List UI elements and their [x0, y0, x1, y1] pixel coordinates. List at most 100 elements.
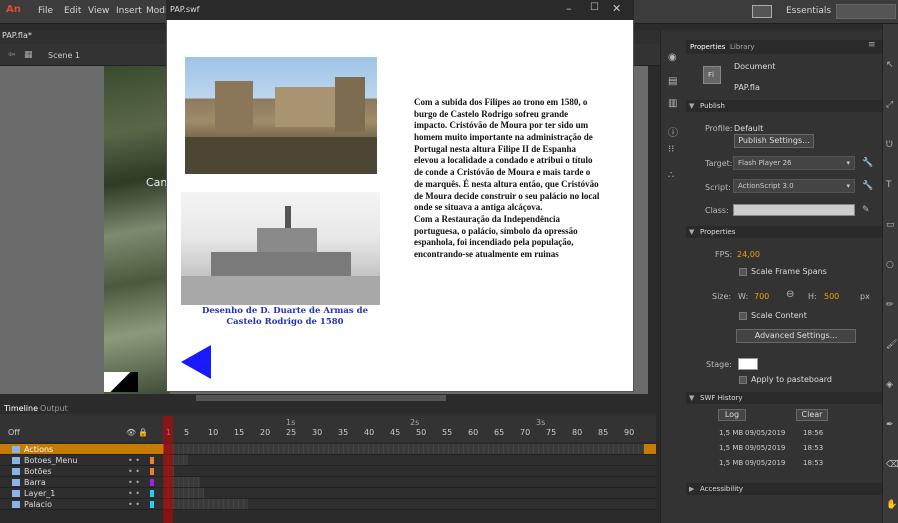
info-icon[interactable]: ⓘ	[668, 124, 678, 139]
scale-content-checkbox[interactable]	[739, 312, 747, 320]
swf-history-section-label[interactable]: SWF History	[700, 394, 743, 402]
pencil-icon[interactable]: ✎	[862, 205, 870, 215]
layer-color[interactable]	[150, 501, 154, 508]
layer-name-layer-1[interactable]: Layer_1	[24, 489, 55, 498]
layer-row-barra[interactable]	[0, 477, 656, 488]
wrench-icon[interactable]: 🔧	[862, 181, 873, 191]
link-icon[interactable]: ⊖	[786, 289, 794, 300]
history-size: 1,5 MB	[719, 429, 744, 437]
script-value: ActionScript 3.0	[738, 182, 794, 190]
back-triangle-button[interactable]	[181, 345, 211, 379]
tab-timeline[interactable]: Timeline	[4, 404, 38, 413]
eyedropper-icon[interactable]: ✒	[886, 420, 894, 430]
stage-color-swatch[interactable]	[738, 358, 758, 370]
paint-bucket-icon[interactable]: ◈	[886, 380, 893, 390]
collapse-triangle-icon[interactable]: ▼	[689, 228, 694, 236]
layer-row-botoes-menu[interactable]	[0, 455, 656, 466]
layer-row-layer-1[interactable]	[0, 488, 656, 499]
layer-name-botoes[interactable]: Botões	[24, 467, 52, 476]
panel-menu-icon[interactable]: ≡	[868, 40, 876, 50]
ruler-frame: 10	[208, 428, 219, 437]
clear-button[interactable]: Clear	[796, 409, 828, 421]
transform-icon[interactable]: ⁝⁝	[668, 144, 674, 155]
layer-row-botoes[interactable]	[0, 466, 656, 477]
layer-color[interactable]	[150, 468, 154, 475]
layer-name-actions[interactable]: Actions	[24, 445, 53, 454]
menu-insert[interactable]: Insert	[116, 6, 142, 16]
layer-name-palacio[interactable]: Palacio	[24, 500, 52, 509]
tab-library[interactable]: Library	[730, 43, 754, 51]
class-input[interactable]	[733, 204, 855, 216]
properties-section-label[interactable]: Properties	[700, 228, 735, 236]
script-dropdown[interactable]: ActionScript 3.0 ▾	[733, 179, 855, 193]
library-icon[interactable]: ▥	[668, 98, 677, 109]
motion-presets-icon[interactable]: ∴	[668, 170, 674, 181]
history-time: 18:53	[803, 459, 824, 467]
scrollbar-thumb[interactable]	[196, 395, 446, 401]
accessibility-section-label[interactable]: Accessibility	[700, 485, 743, 493]
scene-label[interactable]: Scene 1	[48, 51, 80, 60]
menu-file[interactable]: File	[38, 6, 53, 16]
menu-modify[interactable]: Modi	[146, 6, 168, 16]
workspace-icon[interactable]	[752, 5, 772, 18]
height-value[interactable]: 500	[824, 292, 839, 301]
collapse-triangle-icon[interactable]: ▼	[689, 394, 694, 402]
log-button[interactable]: Log	[718, 409, 746, 421]
menu-edit[interactable]: Edit	[64, 6, 81, 16]
publish-section-label[interactable]: Publish	[700, 102, 725, 110]
timeline-off-label[interactable]: Off	[8, 428, 20, 437]
lock-icon[interactable]: 🔒	[138, 428, 148, 437]
search-input[interactable]	[836, 4, 896, 19]
align-icon[interactable]: ▤	[668, 76, 677, 87]
width-value[interactable]: 700	[754, 292, 769, 301]
layer-toggles[interactable]: • •	[128, 467, 140, 476]
layer-row-palacio[interactable]	[0, 499, 656, 510]
eye-icon[interactable]: 👁	[126, 428, 136, 437]
layer-toggles[interactable]: • •	[128, 500, 140, 509]
layer-name-botoes-menu[interactable]: Botoes_Menu	[24, 456, 77, 465]
layer-toggles[interactable]: • •	[128, 456, 140, 465]
advanced-settings-button[interactable]: Advanced Settings...	[736, 329, 856, 343]
eraser-icon[interactable]: ⌫	[886, 460, 898, 470]
collapse-triangle-icon[interactable]: ▼	[689, 102, 694, 110]
publish-settings-button[interactable]: Publish Settings...	[734, 134, 814, 148]
layer-color[interactable]	[150, 479, 154, 486]
tab-output[interactable]: Output	[40, 404, 68, 413]
target-label: Target:	[705, 159, 733, 168]
maximize-icon[interactable]: ☐	[590, 2, 599, 13]
lasso-icon[interactable]: ᕫ	[886, 140, 893, 150]
stage-satellite-image[interactable]	[104, 66, 170, 396]
layer-color[interactable]	[150, 490, 154, 497]
target-dropdown[interactable]: Flash Player 26 ▾	[733, 156, 855, 170]
fps-value[interactable]: 24,00	[737, 250, 760, 259]
hand-tool-icon[interactable]: ✋	[886, 500, 897, 510]
layer-toggles[interactable]: • •	[128, 478, 140, 487]
expand-triangle-icon[interactable]: ▶	[689, 485, 694, 493]
layer-name-barra[interactable]: Barra	[24, 478, 46, 487]
brush-tool-icon[interactable]: 🖌	[886, 340, 897, 350]
wrench-icon[interactable]: 🔧	[862, 158, 873, 168]
selection-tool-icon[interactable]: ↖	[886, 60, 894, 70]
layer-frames[interactable]	[164, 444, 644, 454]
playhead[interactable]	[163, 416, 173, 523]
rectangle-tool-icon[interactable]: ▭	[886, 220, 895, 230]
timeline-tabs	[0, 402, 656, 414]
menu-view[interactable]: View	[88, 6, 109, 16]
free-transform-icon[interactable]: ⤢	[886, 100, 893, 110]
apply-to-pasteboard-checkbox[interactable]	[739, 376, 747, 384]
oval-tool-icon[interactable]: ○	[886, 260, 894, 270]
color-icon[interactable]: ◉	[668, 52, 677, 63]
scale-frame-spans-checkbox[interactable]	[739, 268, 747, 276]
minimize-icon[interactable]: –	[566, 2, 572, 15]
layer-toggles[interactable]: • •	[128, 489, 140, 498]
close-icon[interactable]: ✕	[612, 2, 621, 15]
layer-frames[interactable]	[164, 499, 248, 509]
document-tab[interactable]: PAP.fla*	[2, 31, 32, 40]
text-tool-icon[interactable]: T	[886, 180, 892, 190]
layer-color[interactable]	[150, 457, 154, 464]
vertical-scrollbar[interactable]	[648, 66, 656, 396]
back-arrow-icon[interactable]: ⇦	[8, 50, 16, 60]
workspace-switcher[interactable]: Essentials	[786, 6, 831, 16]
pencil-tool-icon[interactable]: ✏	[886, 300, 894, 310]
tab-properties[interactable]: Properties	[690, 43, 725, 51]
